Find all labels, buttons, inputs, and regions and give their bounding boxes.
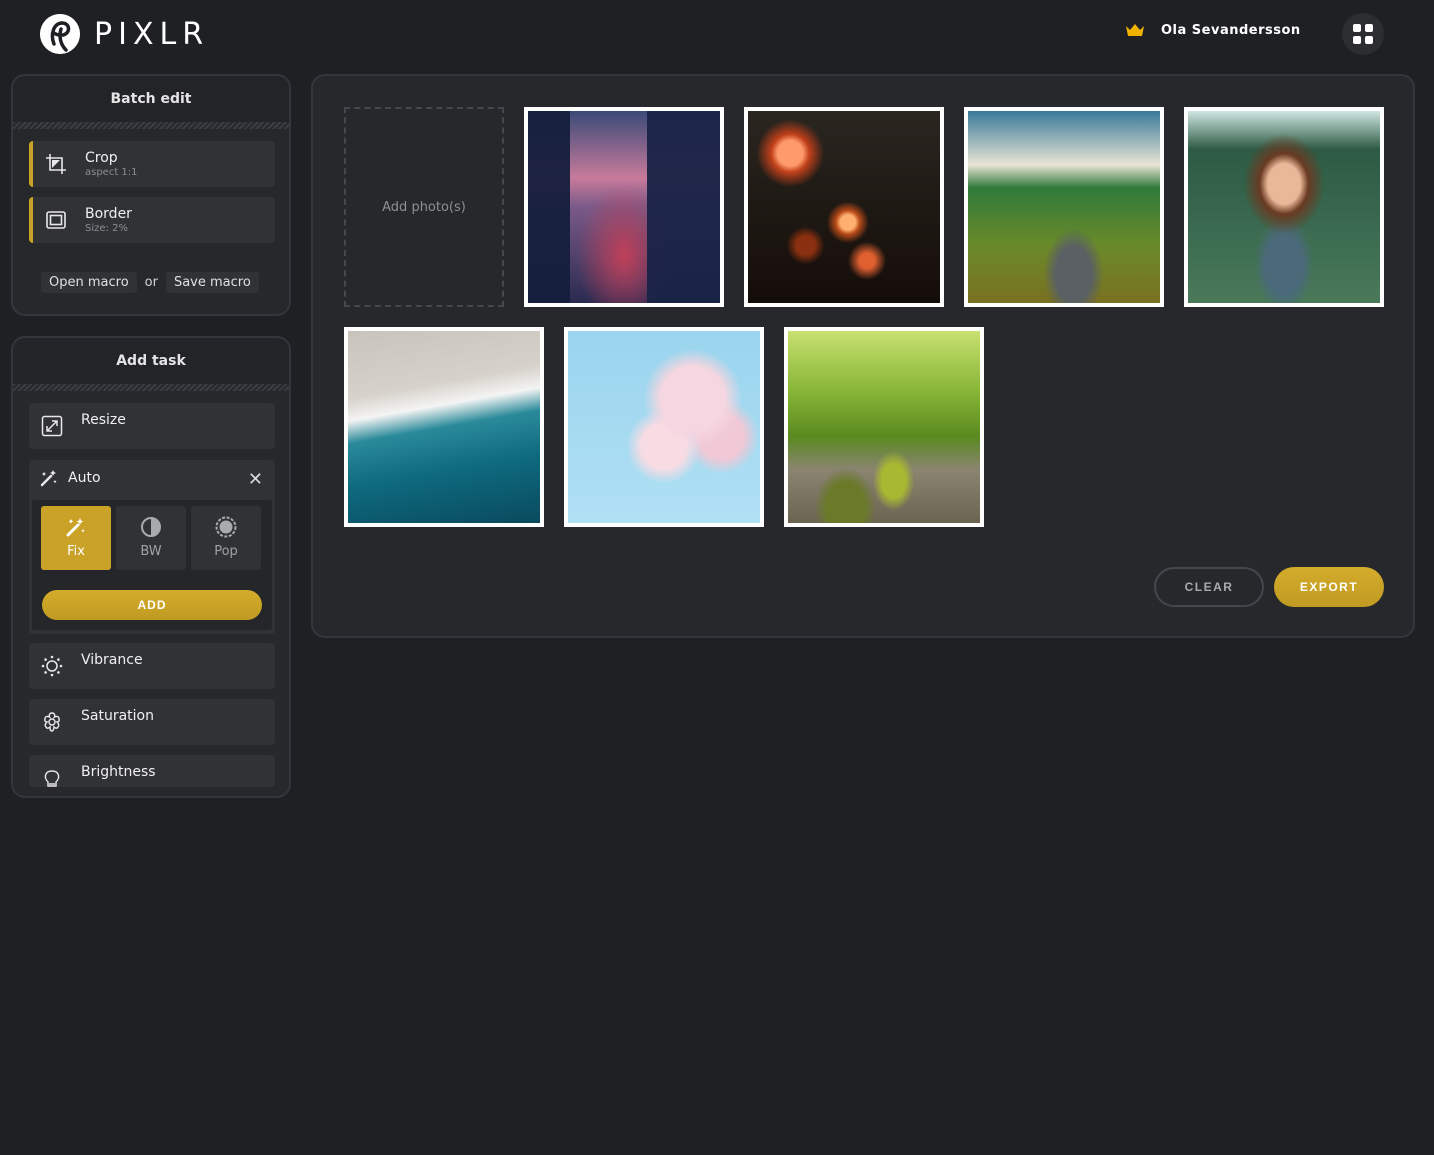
option-label: Pop (214, 544, 238, 559)
photo-image (528, 111, 720, 303)
auto-options: Fix BW Pop ADD (32, 500, 272, 630)
save-macro-button[interactable]: Save macro (165, 272, 259, 293)
photo-image (968, 111, 1160, 303)
option-label: BW (140, 544, 162, 559)
magic-wand-icon (66, 518, 85, 537)
flower-icon (44, 712, 60, 732)
auto-task-expanded: Auto ✕ Fix BW Pop ADD (29, 460, 275, 634)
task-title: Border (85, 206, 132, 222)
user-menu[interactable]: Ola Sevandersson (1125, 22, 1301, 38)
brand-name: PIXLR (94, 16, 210, 52)
task-title: Vibrance (81, 652, 143, 668)
macro-row: Open macro or Save macro (41, 272, 259, 293)
resize-icon (41, 415, 63, 437)
photo-thumbnail[interactable] (964, 107, 1164, 307)
crown-icon (1126, 24, 1144, 36)
task-title: Brightness (81, 764, 156, 780)
apps-grid-button[interactable] (1342, 13, 1384, 55)
or-label: or (144, 275, 158, 290)
auto-option-bw[interactable]: BW (116, 506, 186, 570)
add-task-title: Add task (13, 338, 289, 384)
export-button[interactable]: EXPORT (1274, 567, 1384, 607)
option-label: Fix (67, 544, 85, 559)
grid-apps-icon (1353, 24, 1361, 32)
grid-dot (1365, 36, 1373, 44)
task-title: Crop (85, 150, 118, 166)
batch-edit-panel: Batch edit Crop aspect 1:1 Border Size: … (11, 74, 291, 316)
photo-thumbnail[interactable] (564, 327, 764, 527)
task-option-brightness[interactable]: Brightness (29, 755, 275, 787)
photo-image (348, 331, 540, 523)
add-task-panel: Add task Resize Auto ✕ Fix BW Pop ADD Vi… (11, 336, 291, 798)
contrast-icon (141, 517, 161, 537)
task-option-saturation[interactable]: Saturation (29, 699, 275, 745)
bulb-icon (44, 770, 60, 787)
user-name: Ola Sevandersson (1161, 22, 1301, 38)
crop-icon (46, 154, 66, 174)
photo-image (748, 111, 940, 303)
pixlr-logo[interactable]: PIXLR (40, 14, 209, 54)
task-option-vibrance[interactable]: Vibrance (29, 643, 275, 689)
grid-dot (1353, 36, 1361, 44)
close-icon[interactable]: ✕ (248, 469, 263, 490)
photo-workspace: Add photo(s) CLEAR EXPORT (311, 74, 1415, 638)
divider (13, 122, 289, 129)
auto-option-pop[interactable]: Pop (191, 506, 261, 570)
pop-icon (215, 516, 237, 538)
photo-thumbnail[interactable] (744, 107, 944, 307)
add-photos-dropzone[interactable]: Add photo(s) (344, 107, 504, 307)
photo-thumbnail[interactable] (524, 107, 724, 307)
magic-wand-icon (40, 470, 57, 487)
auto-header: Auto ✕ (29, 460, 275, 496)
task-option-resize[interactable]: Resize (29, 403, 275, 449)
photo-image (1188, 111, 1380, 303)
batch-edit-title: Batch edit (13, 76, 289, 122)
auto-title: Auto (68, 470, 101, 486)
open-macro-button[interactable]: Open macro (41, 272, 137, 293)
photo-image (568, 331, 760, 523)
task-subtitle: aspect 1:1 (85, 167, 138, 178)
pixlr-logo-icon (40, 14, 80, 54)
photo-thumbnail[interactable] (344, 327, 544, 527)
task-crop[interactable]: Crop aspect 1:1 (29, 141, 275, 187)
photo-thumbnail[interactable] (1184, 107, 1384, 307)
task-title: Saturation (81, 708, 154, 724)
grid-dot (1365, 24, 1373, 32)
border-icon (46, 211, 66, 229)
add-task-button[interactable]: ADD (42, 590, 262, 620)
task-subtitle: Size: 2% (85, 223, 128, 234)
auto-option-fix[interactable]: Fix (41, 506, 111, 570)
sun-icon (41, 655, 63, 677)
task-title: Resize (81, 412, 126, 428)
clear-button[interactable]: CLEAR (1154, 567, 1264, 607)
photo-image (788, 331, 980, 523)
divider (13, 384, 289, 391)
add-photos-label: Add photo(s) (382, 199, 466, 215)
task-border[interactable]: Border Size: 2% (29, 197, 275, 243)
photo-thumbnail[interactable] (784, 327, 984, 527)
